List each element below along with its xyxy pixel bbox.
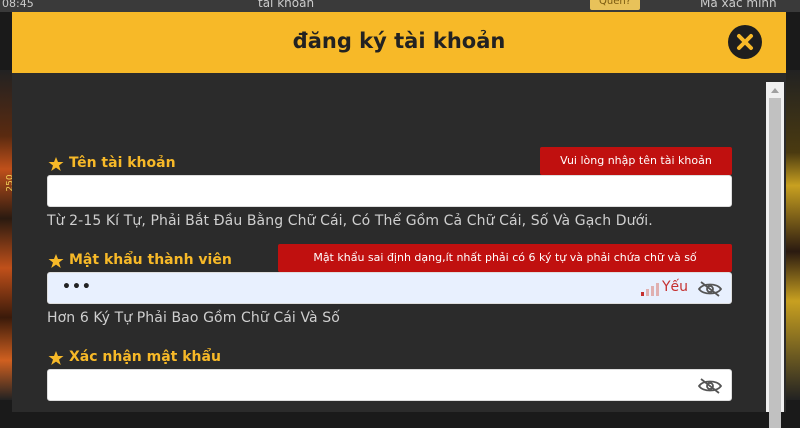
eye-off-icon[interactable] [698,281,722,297]
username-input[interactable] [47,175,732,207]
star-icon [48,254,64,268]
background-captcha-label: Mã xác minh [700,0,777,10]
username-hint: Từ 2-15 Kí Tự, Phải Bắt Đầu Bằng Chữ Cái… [47,213,653,229]
close-icon [737,34,753,50]
register-modal: đăng ký tài khoản Tên tài khoản Vui lòng… [12,12,786,428]
confirm-password-label: Xác nhận mật khẩu [69,349,221,365]
scroll-up-arrow-icon[interactable] [766,84,784,98]
confirm-password-input[interactable] [47,369,732,401]
eye-off-icon[interactable] [698,378,722,394]
password-input[interactable]: ••• Yếu [47,272,732,304]
modal-title: đăng ký tài khoản [292,29,506,53]
background-right-banner [786,70,800,400]
password-error-tooltip: Mật khẩu sai định dạng,ít nhất phải có 6… [278,244,732,272]
scroll-thumb[interactable] [769,98,781,428]
background-topbar: 08:45 tài khoản Quên? Mã xác minh [0,0,800,12]
password-masked-value: ••• [62,279,92,295]
close-button[interactable] [728,25,762,59]
star-icon [48,351,64,365]
background-forgot-button[interactable]: Quên? [590,0,640,10]
password-strength: Yếu [662,279,689,295]
password-label: Mật khẩu thành viên [69,252,232,268]
star-icon [48,157,64,171]
background-time: 08:45 [2,0,34,10]
username-error-tooltip: Vui lòng nhập tên tài khoản [540,147,732,175]
background-user-label: tài khoản [258,0,315,10]
password-hint: Hơn 6 Ký Tự Phải Bao Gồm Chữ Cái Và Số [47,310,340,326]
modal-scrollbar[interactable] [766,82,784,428]
username-label: Tên tài khoản [69,155,176,171]
signal-bars-icon [641,283,659,296]
modal-header: đăng ký tài khoản [12,12,786,73]
